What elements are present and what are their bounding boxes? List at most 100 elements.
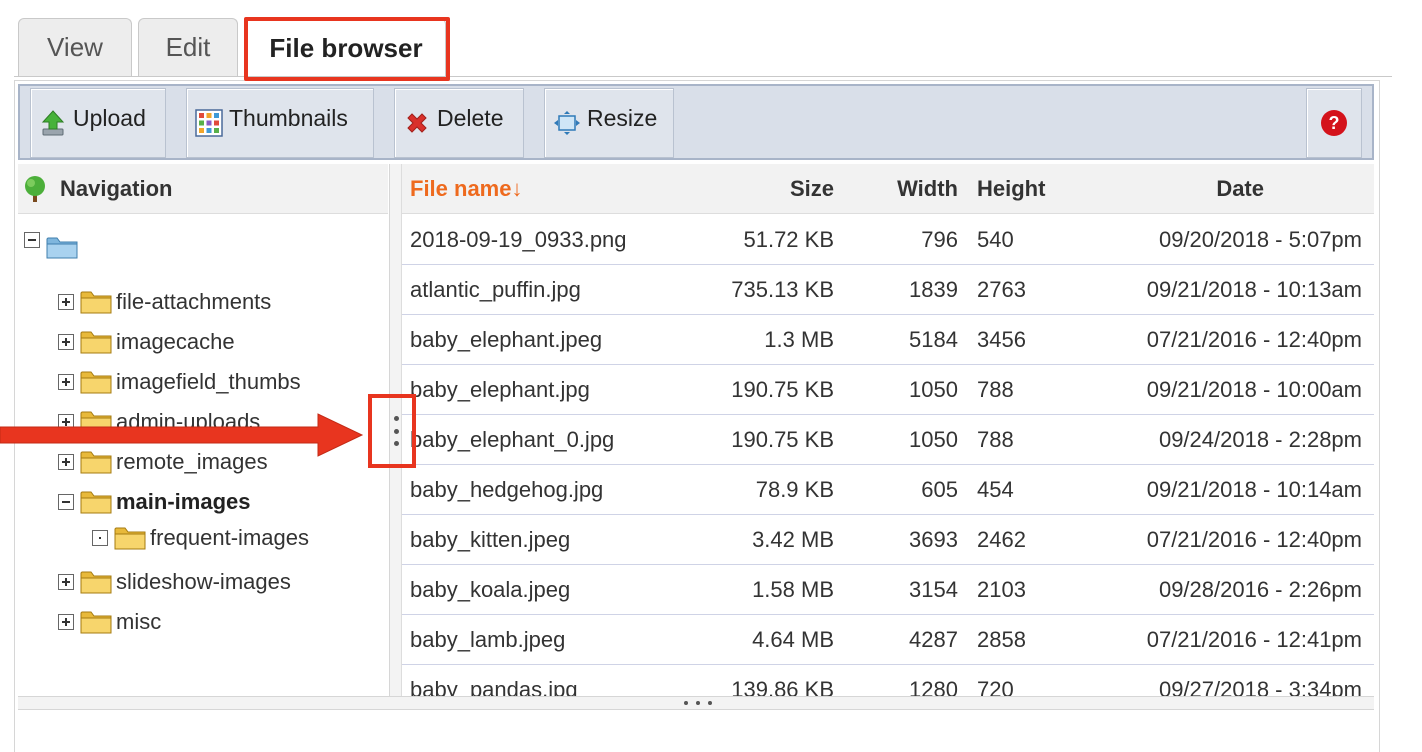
table-row[interactable]: baby_koala.jpeg 1.58 MB 3154 2103 09/28/…: [402, 565, 1374, 615]
expand-icon[interactable]: [58, 574, 74, 590]
folder-label: imagefield_thumbs: [116, 369, 301, 394]
file-date-cell: 07/21/2016 - 12:40pm: [1146, 527, 1362, 552]
column-header-height[interactable]: Height: [977, 176, 1045, 202]
resize-button[interactable]: Resize: [544, 88, 674, 158]
splitter-grip-icon[interactable]: [684, 701, 712, 706]
file-size-cell: 190.75 KB: [731, 427, 834, 452]
folder-icon: [80, 331, 112, 354]
file-width-cell: 5184: [909, 327, 958, 352]
expand-icon[interactable]: [58, 454, 74, 470]
file-height-cell: 540: [977, 227, 1014, 252]
tree-node-imagecache[interactable]: imagecache: [58, 326, 235, 358]
tree-node-remote-images[interactable]: remote_images: [58, 446, 268, 478]
folder-icon: [80, 611, 112, 634]
file-date-cell: 09/21/2018 - 10:00am: [1146, 377, 1362, 402]
file-width-cell: 1280: [909, 677, 958, 696]
column-header-date[interactable]: Date: [1216, 176, 1264, 202]
navigation-pane: Navigation file-attachments imagecache i…: [18, 164, 390, 696]
tree-node-slideshow-images[interactable]: slideshow-images: [58, 566, 291, 598]
upload-icon: [41, 110, 65, 136]
tree-node-misc[interactable]: misc: [58, 606, 161, 638]
delete-button[interactable]: Delete: [394, 88, 524, 158]
folder-icon: [80, 411, 112, 434]
table-row[interactable]: baby_kitten.jpeg 3.42 MB 3693 2462 07/21…: [402, 515, 1374, 565]
table-row[interactable]: baby_pandas.jpg 139.86 KB 1280 720 09/27…: [402, 665, 1374, 696]
file-name-cell: atlantic_puffin.jpg: [410, 277, 581, 302]
folder-label: main-images: [116, 489, 251, 514]
delete-icon: [407, 113, 427, 133]
tree-node-imagefield-thumbs[interactable]: imagefield_thumbs: [58, 366, 301, 398]
file-width-cell: 4287: [909, 627, 958, 652]
tree-node-frequent-images[interactable]: frequent-images: [92, 522, 309, 554]
table-row[interactable]: 2018-09-19_0933.png 51.72 KB 796 540 09/…: [402, 215, 1374, 265]
file-size-cell: 735.13 KB: [731, 277, 834, 302]
file-width-cell: 3154: [909, 577, 958, 602]
resize-icon: [554, 111, 580, 135]
file-height-cell: 2462: [977, 527, 1026, 552]
file-height-cell: 454: [977, 477, 1014, 502]
table-row[interactable]: baby_elephant.jpg 190.75 KB 1050 788 09/…: [402, 365, 1374, 415]
file-date-cell: 07/21/2016 - 12:41pm: [1146, 627, 1362, 652]
tree-root[interactable]: [24, 224, 82, 259]
file-size-cell: 51.72 KB: [743, 227, 834, 252]
column-header-width[interactable]: Width: [897, 176, 958, 202]
table-row[interactable]: baby_elephant_0.jpg 190.75 KB 1050 788 0…: [402, 415, 1374, 465]
tab-view[interactable]: View: [18, 18, 132, 76]
file-date-cell: 07/21/2016 - 12:40pm: [1146, 327, 1362, 352]
table-row[interactable]: atlantic_puffin.jpg 735.13 KB 1839 2763 …: [402, 265, 1374, 315]
leaf-icon: [92, 530, 108, 546]
file-width-cell: 1050: [909, 427, 958, 452]
file-width-cell: 3693: [909, 527, 958, 552]
collapse-icon[interactable]: [24, 232, 40, 248]
tree-icon: [25, 175, 45, 202]
splitter-grip-icon[interactable]: [392, 416, 400, 446]
file-name-cell: baby_elephant.jpg: [410, 377, 590, 402]
folder-icon: [80, 491, 112, 514]
help-button[interactable]: ?: [1306, 88, 1362, 158]
table-row[interactable]: baby_elephant.jpeg 1.3 MB 5184 3456 07/2…: [402, 315, 1374, 365]
tree-node-main-images[interactable]: main-images: [58, 486, 251, 518]
file-list-header: File name↓ Size Width Height Date: [402, 164, 1374, 214]
thumbnails-icon: [195, 109, 223, 137]
tree-node-file-attachments[interactable]: file-attachments: [58, 286, 271, 318]
folder-icon: [114, 527, 146, 550]
file-height-cell: 2103: [977, 577, 1026, 602]
navigation-title: Navigation: [60, 175, 173, 201]
file-date-cell: 09/20/2018 - 5:07pm: [1158, 227, 1362, 252]
file-date-cell: 09/21/2018 - 10:14am: [1146, 477, 1362, 502]
expand-icon[interactable]: [58, 614, 74, 630]
file-height-cell: 2858: [977, 627, 1026, 652]
folder-label: file-attachments: [116, 289, 272, 314]
tree-node-admin-uploads[interactable]: admin-uploads: [58, 406, 260, 438]
file-height-cell: 3456: [977, 327, 1026, 352]
tab-file-browser[interactable]: File browser: [246, 18, 446, 78]
expand-icon[interactable]: [58, 414, 74, 430]
file-name-cell: baby_elephant.jpeg: [410, 327, 603, 352]
table-row[interactable]: baby_hedgehog.jpg 78.9 KB 605 454 09/21/…: [402, 465, 1374, 515]
toolbar: Upload Thumbnails Delete Resize ?: [18, 84, 1374, 160]
file-size-cell: 78.9 KB: [755, 477, 834, 502]
thumbnails-label: Thumbnails: [229, 105, 348, 131]
tab-divider: [14, 76, 1392, 77]
expand-icon[interactable]: [58, 374, 74, 390]
tab-edit[interactable]: Edit: [138, 18, 238, 76]
column-header-file-name[interactable]: File name↓: [410, 176, 522, 202]
file-size-cell: 190.75 KB: [731, 377, 834, 402]
expand-icon[interactable]: [58, 334, 74, 350]
table-row[interactable]: baby_lamb.jpeg 4.64 MB 4287 2858 07/21/2…: [402, 615, 1374, 665]
file-size-cell: 1.3 MB: [764, 327, 834, 352]
file-height-cell: 720: [977, 677, 1014, 696]
folder-label: remote_images: [116, 449, 268, 474]
file-size-cell: 4.64 MB: [752, 627, 834, 652]
file-size-cell: 139.86 KB: [731, 677, 834, 696]
collapse-icon[interactable]: [58, 494, 74, 510]
folder-icon: [80, 371, 112, 394]
upload-button[interactable]: Upload: [30, 88, 166, 158]
upload-label: Upload: [73, 105, 146, 131]
file-name-cell: baby_lamb.jpeg: [410, 627, 566, 652]
thumbnails-button[interactable]: Thumbnails: [186, 88, 374, 158]
expand-icon[interactable]: [58, 294, 74, 310]
file-list: File name↓ Size Width Height Date 2018-0…: [402, 164, 1374, 696]
column-header-size[interactable]: Size: [790, 176, 834, 202]
file-name-cell: baby_pandas.jpg: [410, 677, 578, 696]
